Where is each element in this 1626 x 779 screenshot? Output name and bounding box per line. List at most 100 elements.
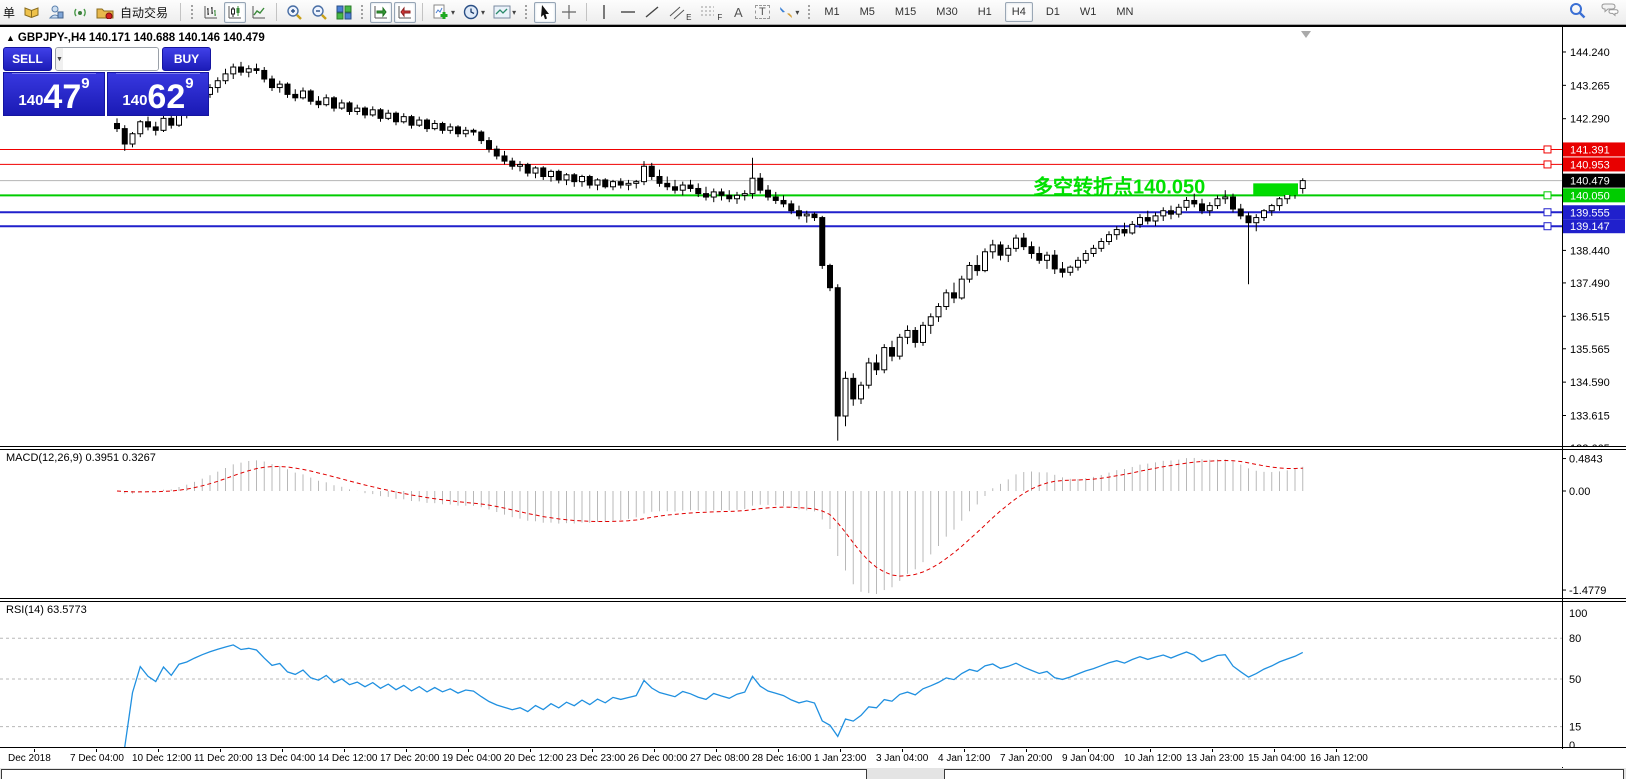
svg-text:139.147: 139.147 bbox=[1570, 221, 1610, 233]
chevron-down-icon: ▾ bbox=[795, 8, 799, 17]
timeframe-m30[interactable]: M30 bbox=[929, 2, 964, 22]
svg-text:139.555: 139.555 bbox=[1570, 207, 1610, 219]
time-label: 23 Dec 23:00 bbox=[566, 753, 626, 764]
time-tick bbox=[220, 749, 221, 752]
crosshair-icon[interactable] bbox=[558, 2, 580, 23]
chart-shift-icon[interactable] bbox=[394, 2, 416, 23]
sell-price-display[interactable]: 140 47 9 bbox=[3, 72, 105, 116]
template-icon bbox=[493, 5, 511, 19]
time-tick bbox=[902, 749, 903, 752]
rsi-label: RSI(14) 63.5773 bbox=[6, 604, 87, 616]
bar-chart-icon[interactable] bbox=[200, 2, 222, 23]
svg-text:0.4843: 0.4843 bbox=[1569, 454, 1603, 466]
mt4-window: 单 自动交易 bbox=[0, 0, 1626, 779]
order-book-icon[interactable] bbox=[20, 2, 43, 23]
cursor-icon[interactable] bbox=[534, 2, 556, 23]
period-button[interactable]: ▾ bbox=[460, 2, 488, 23]
chart-shift-marker[interactable] bbox=[1301, 31, 1311, 38]
svg-text:100: 100 bbox=[1569, 608, 1587, 620]
timeframe-w1[interactable]: W1 bbox=[1073, 2, 1104, 22]
profile-icon[interactable] bbox=[45, 2, 67, 23]
time-axis[interactable]: Dec 20187 Dec 04:0010 Dec 12:0011 Dec 20… bbox=[0, 749, 1626, 767]
arrows-button[interactable]: ▾ bbox=[775, 2, 802, 23]
timeframe-h1[interactable]: H1 bbox=[971, 2, 999, 22]
time-label: 10 Jan 12:00 bbox=[1124, 753, 1182, 764]
time-label: 15 Jan 04:00 bbox=[1248, 753, 1306, 764]
channel-icon[interactable]: E bbox=[665, 2, 694, 23]
pivot-annotation[interactable]: 多空转折点140.050 bbox=[1033, 174, 1205, 198]
main-chart-panel[interactable]: 144.240143.265142.290138.440137.490136.5… bbox=[0, 25, 1626, 446]
time-tick bbox=[530, 749, 531, 752]
price-axis-line bbox=[1562, 25, 1563, 768]
chart-title: ▲GBPJPY-,H4 140.171 140.688 140.146 140.… bbox=[6, 32, 265, 44]
time-label: 20 Dec 12:00 bbox=[504, 753, 564, 764]
svg-text:0.00: 0.00 bbox=[1569, 486, 1590, 498]
time-label: 3 Jan 04:00 bbox=[876, 753, 928, 764]
timeframe-m15[interactable]: M15 bbox=[888, 2, 923, 22]
svg-text:138.440: 138.440 bbox=[1570, 245, 1610, 257]
label-icon[interactable]: T bbox=[751, 2, 773, 23]
time-label: 10 Dec 12:00 bbox=[132, 753, 192, 764]
sell-button[interactable]: SELL bbox=[3, 47, 52, 71]
timeframe-m1[interactable]: M1 bbox=[817, 2, 846, 22]
timeframe-mn[interactable]: MN bbox=[1109, 2, 1140, 22]
time-tick bbox=[778, 749, 779, 752]
collapse-panel-arrow[interactable]: ▲ bbox=[6, 33, 15, 43]
macd-label: MACD(12,26,9) 0.3951 0.3267 bbox=[6, 452, 156, 464]
svg-text:140.479: 140.479 bbox=[1570, 176, 1610, 188]
time-tick bbox=[964, 749, 965, 752]
rsi-panel[interactable]: 1008050150 RSI(14) 63.5773 bbox=[0, 602, 1626, 748]
green-box-annotation[interactable] bbox=[1253, 183, 1298, 195]
svg-text:0: 0 bbox=[1569, 740, 1575, 747]
chevron-down-icon: ▾ bbox=[481, 8, 485, 17]
trendline-icon[interactable] bbox=[641, 2, 663, 23]
signals-icon[interactable] bbox=[69, 2, 91, 23]
template-button[interactable]: ▾ bbox=[490, 2, 519, 23]
timeframe-group: M1 M5 M15 M30 H1 H4 D1 W1MN bbox=[817, 2, 1140, 22]
volume-input[interactable] bbox=[63, 48, 159, 70]
svg-text:15: 15 bbox=[1569, 722, 1581, 734]
time-label: 26 Dec 00:00 bbox=[628, 753, 688, 764]
one-click-trading-panel: SELL ▼ ▲ BUY 140 47 9 140 62 9 bbox=[3, 47, 211, 116]
tile-windows-icon[interactable] bbox=[333, 2, 355, 23]
autotrade-button[interactable]: 自动交易 bbox=[93, 2, 174, 23]
arrows-icon bbox=[778, 5, 794, 20]
time-tick bbox=[96, 749, 97, 752]
rsi-line bbox=[125, 645, 1303, 747]
new-order-button[interactable]: 单 bbox=[0, 4, 18, 21]
timeframe-h4[interactable]: H4 bbox=[1005, 2, 1033, 22]
svg-text:144.240: 144.240 bbox=[1570, 47, 1610, 59]
svg-text:137.490: 137.490 bbox=[1570, 278, 1610, 290]
text-icon[interactable]: A bbox=[727, 2, 749, 23]
search-icon[interactable] bbox=[1569, 2, 1586, 24]
timeframe-m5[interactable]: M5 bbox=[853, 2, 882, 22]
buy-price-display[interactable]: 140 62 9 bbox=[107, 72, 209, 116]
chart-window-tab[interactable] bbox=[944, 769, 1624, 779]
main-toolbar: 单 自动交易 bbox=[0, 0, 1626, 25]
time-label: Dec 2018 bbox=[8, 753, 51, 764]
buy-button[interactable]: BUY bbox=[162, 47, 211, 71]
horizontal-line-icon[interactable] bbox=[617, 2, 639, 23]
time-tick bbox=[282, 749, 283, 752]
svg-text:140.050: 140.050 bbox=[1570, 190, 1610, 202]
add-indicator-button[interactable]: ▾ bbox=[429, 2, 458, 23]
main-chart-svg: 144.240143.265142.290138.440137.490136.5… bbox=[0, 27, 1626, 446]
chat-icon[interactable] bbox=[1600, 3, 1620, 24]
add-indicator-icon bbox=[432, 4, 450, 20]
timeframe-d1[interactable]: D1 bbox=[1039, 2, 1067, 22]
auto-scroll-icon[interactable] bbox=[370, 2, 392, 23]
svg-text:-1.4779: -1.4779 bbox=[1569, 585, 1606, 597]
fibonacci-icon[interactable]: F bbox=[696, 2, 725, 23]
chart-window-tab[interactable] bbox=[1, 769, 867, 779]
macd-panel[interactable]: 0.4843 0.00 -1.4779 MACD(12,26,9) 0.3951 0… bbox=[0, 450, 1626, 598]
zoom-out-icon[interactable] bbox=[308, 2, 331, 23]
svg-text:142.290: 142.290 bbox=[1570, 114, 1610, 126]
candlestick-chart-icon[interactable] bbox=[224, 2, 246, 23]
line-chart-icon[interactable] bbox=[248, 2, 270, 23]
vertical-line-icon[interactable] bbox=[593, 2, 615, 23]
time-label: 9 Jan 04:00 bbox=[1062, 753, 1114, 764]
zoom-in-icon[interactable] bbox=[283, 2, 306, 23]
volume-decrease-button[interactable]: ▼ bbox=[56, 48, 63, 70]
time-tick bbox=[1026, 749, 1027, 752]
svg-text:140.953: 140.953 bbox=[1570, 159, 1610, 171]
